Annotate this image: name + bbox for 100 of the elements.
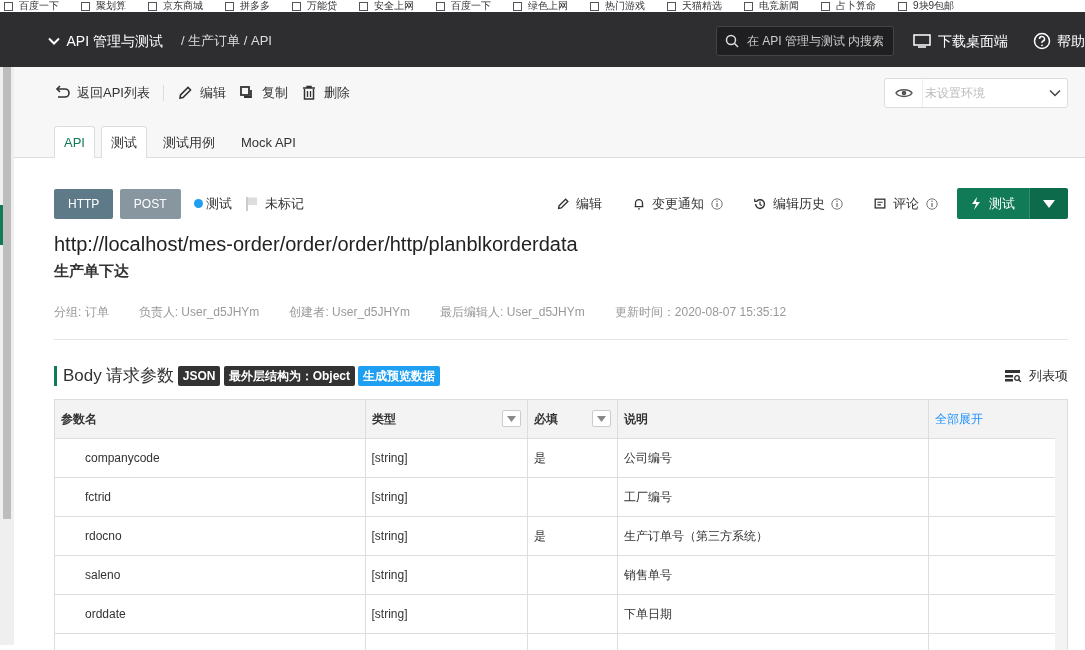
bookmark-link[interactable]: 热门游戏 — [605, 0, 645, 12]
bookmark-link[interactable]: 京东商城 — [163, 0, 203, 12]
method-badge: POST — [119, 188, 181, 219]
dropdown-toggle[interactable] — [1029, 188, 1068, 219]
meta-text: 创建者: User_d5JHYm — [289, 303, 411, 321]
table-cell: 是 — [533, 529, 546, 543]
history-icon — [752, 196, 767, 211]
status-label: 测试 — [205, 194, 232, 213]
trash-icon — [300, 85, 317, 101]
column-header: 必填 — [533, 410, 558, 428]
list-icon — [1005, 369, 1023, 382]
table-cell: orddate — [85, 607, 126, 621]
bookmark-icon — [436, 1, 445, 11]
bookmark-link[interactable]: 占卜算命 — [836, 0, 876, 12]
bookmark-link[interactable]: 电竞新闻 — [759, 0, 799, 12]
list-view-toggle[interactable]: 列表项 — [1005, 365, 1068, 386]
copy-icon — [238, 85, 255, 101]
meta-text: 分组: 订单 — [54, 303, 109, 321]
table-cell: [string] — [371, 451, 408, 465]
filter-button[interactable] — [591, 410, 611, 428]
meta-text: 更新时间：2020-08-07 15:35:12 — [614, 303, 787, 321]
bookmark-icon — [4, 1, 13, 11]
pencil-icon — [556, 196, 570, 211]
test-button[interactable]: 测试 — [957, 188, 1029, 219]
bookmark-icon — [513, 1, 522, 11]
flag-icon — [244, 195, 259, 212]
tag: 生成预览数据 — [358, 365, 441, 386]
tab[interactable]: 测试用例 — [152, 125, 225, 158]
table-cell: [string] — [371, 568, 408, 582]
search-icon — [725, 34, 739, 48]
download-desktop-link[interactable]: 下载桌面端 — [907, 29, 1014, 53]
chevron-down-icon — [48, 37, 60, 45]
table-cell: companycode — [85, 451, 160, 465]
bookmark-icon — [292, 1, 301, 11]
change-notice-button[interactable]: 变更通知 — [632, 193, 704, 214]
bookmark-link[interactable]: 安全上网 — [374, 0, 414, 12]
breadcrumb: / 生产订单 / API — [180, 32, 272, 51]
filter-button[interactable] — [501, 410, 521, 428]
tab[interactable]: 测试 — [100, 125, 147, 158]
bookmark-link[interactable]: 绿色上网 — [528, 0, 568, 12]
protocol-badge: HTTP — [54, 188, 114, 219]
meta-text: 负责人: User_d5JHYm — [138, 303, 260, 321]
search-box[interactable]: 在 API 管理与测试 内搜索 — [716, 26, 894, 56]
help-icon — [1032, 32, 1051, 50]
table-cell: [string] — [371, 529, 408, 543]
bookmark-link[interactable]: 百度一下 — [19, 0, 59, 12]
column-header: 参数名 — [61, 410, 97, 428]
copy-button[interactable]: 复制 — [238, 83, 288, 103]
bookmark-icon — [667, 1, 676, 11]
bookmark-icon — [225, 1, 234, 11]
bookmark-link[interactable]: 聚划算 — [96, 0, 126, 12]
bookmark-icon — [898, 1, 907, 11]
bookmark-link[interactable]: 天猫精选 — [682, 0, 722, 12]
edit-button[interactable]: 编辑 — [176, 83, 226, 103]
delete-button[interactable]: 删除 — [300, 83, 350, 103]
bookmark-link[interactable]: 拼多多 — [240, 0, 270, 12]
caret-down-icon — [1043, 200, 1055, 209]
bell-icon — [632, 196, 646, 211]
table-cell: 是 — [533, 451, 546, 465]
bookmark-icon — [821, 1, 830, 11]
environment-dropdown[interactable]: 未设置环境 — [884, 78, 1068, 108]
comment-button[interactable]: 评论 — [873, 193, 919, 214]
chevron-down-icon — [1048, 89, 1061, 97]
tab[interactable]: API — [54, 125, 95, 158]
info-icon — [831, 197, 843, 210]
api-url: http://localhost/mes-order/order/order/http/planblkorderdata — [54, 232, 579, 256]
column-header: 类型 — [371, 410, 396, 428]
pencil-icon — [176, 85, 193, 101]
help-link[interactable]: 帮助 — [1026, 29, 1085, 53]
table-cell: 公司编号 — [623, 451, 672, 465]
bookmark-icon — [81, 1, 90, 11]
caret-down-icon — [506, 415, 516, 422]
tab[interactable]: Mock API — [230, 125, 306, 158]
bookmark-link[interactable]: 百度一下 — [451, 0, 491, 12]
table-cell: 生产订单号（第三方系统） — [623, 529, 768, 543]
search-field[interactable]: 在 API 管理与测试 内搜索 — [745, 31, 885, 51]
edit-button[interactable]: 编辑 — [556, 193, 602, 214]
bookmark-icon — [744, 1, 753, 11]
edit-history-button[interactable]: 编辑历史 — [752, 193, 825, 214]
meta-text: 最后编辑人: User_d5JHYm — [440, 303, 585, 321]
table-cell: saleno — [85, 568, 121, 582]
column-header: 说明 — [623, 410, 648, 428]
table-cell: rdocno — [85, 529, 122, 543]
table-cell: 工厂编号 — [623, 490, 672, 504]
section-title: Body 请求参数 — [54, 365, 175, 386]
mark-button[interactable]: 未标记 — [244, 193, 304, 214]
lightning-icon — [971, 197, 981, 210]
bookmark-icon — [590, 1, 599, 11]
back-button[interactable]: 返回API列表 — [54, 83, 150, 103]
bookmark-link[interactable]: 9块9包邮 — [913, 0, 955, 12]
table-cell: [string] — [371, 607, 408, 621]
project-dropdown[interactable]: API 管理与测试 — [48, 30, 163, 52]
info-icon — [925, 197, 938, 210]
table-cell: 销售单号 — [623, 568, 672, 582]
undo-arrow-icon — [54, 85, 70, 101]
monitor-icon — [913, 34, 931, 48]
info-icon — [710, 197, 723, 210]
table-cell: fctrid — [85, 490, 111, 504]
bookmark-link[interactable]: 万能贷 — [307, 0, 337, 12]
tag: 最外层结构为：Object — [223, 365, 355, 386]
